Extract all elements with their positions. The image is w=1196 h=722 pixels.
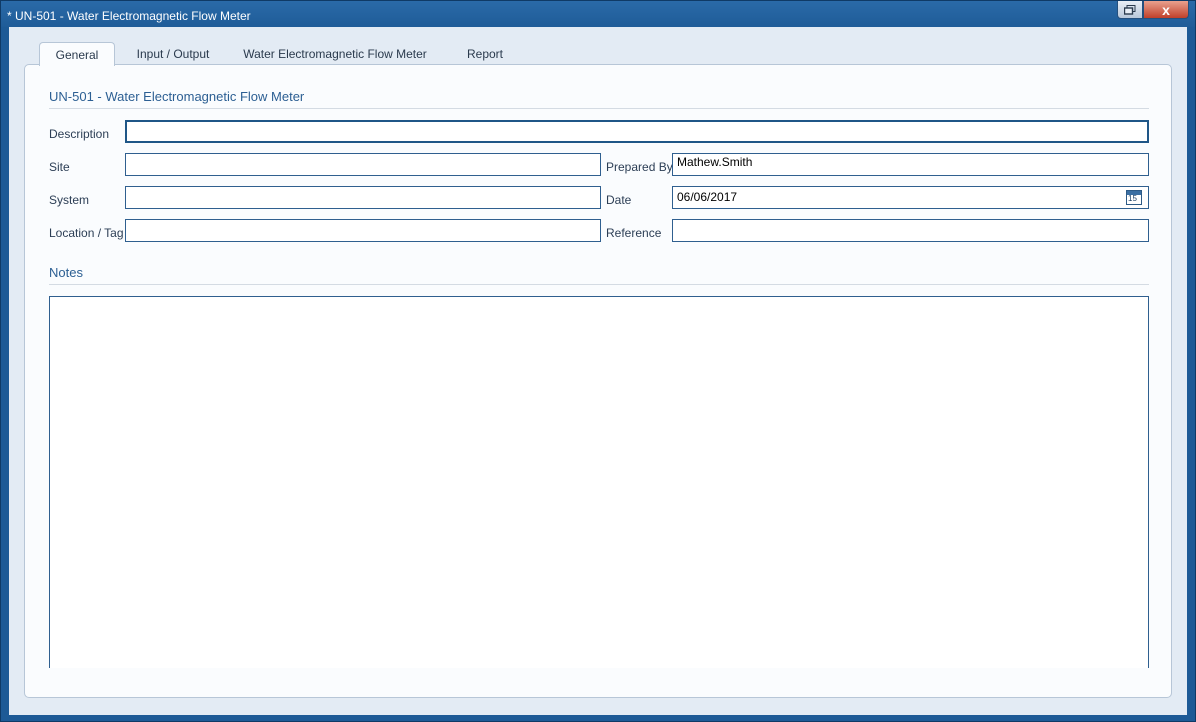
date-picker[interactable]: 15 xyxy=(672,186,1149,209)
notes-textarea[interactable] xyxy=(49,296,1149,668)
section-divider xyxy=(49,108,1149,109)
tab-input-output[interactable]: Input / Output xyxy=(127,42,219,65)
reference-field[interactable] xyxy=(672,219,1149,242)
prepared-by-label: Prepared By xyxy=(606,160,673,174)
calendar-icon-day: 15 xyxy=(1128,194,1137,203)
site-field[interactable] xyxy=(125,153,601,176)
system-field[interactable] xyxy=(125,186,601,209)
reference-label: Reference xyxy=(606,226,662,240)
location-field[interactable] xyxy=(125,219,601,242)
location-label: Location / Tag xyxy=(49,226,124,240)
description-label: Description xyxy=(49,127,110,141)
close-button[interactable]: x xyxy=(1143,1,1189,19)
client-area: General Input / Output Water Electromagn… xyxy=(9,27,1187,715)
description-field[interactable] xyxy=(125,120,1149,143)
prepared-by-field[interactable] xyxy=(672,153,1149,176)
restore-icon xyxy=(1124,4,1136,15)
title-bar: * UN-501 - Water Electromagnetic Flow Me… xyxy=(1,1,1195,27)
tab-report[interactable]: Report xyxy=(457,42,513,65)
close-icon: x xyxy=(1162,1,1170,18)
tab-general[interactable]: General xyxy=(39,42,115,66)
date-label: Date xyxy=(606,193,632,207)
system-label: System xyxy=(49,193,90,207)
window-title: * UN-501 - Water Electromagnetic Flow Me… xyxy=(7,9,251,23)
window-controls: x xyxy=(1117,1,1189,21)
tab-water-electromagnetic-flow-meter[interactable]: Water Electromagnetic Flow Meter xyxy=(237,42,433,65)
site-label: Site xyxy=(49,160,70,174)
calendar-icon[interactable]: 15 xyxy=(1126,190,1142,205)
date-field[interactable] xyxy=(677,190,1097,204)
notes-divider xyxy=(49,284,1149,285)
app-window: * UN-501 - Water Electromagnetic Flow Me… xyxy=(0,0,1196,722)
restore-button[interactable] xyxy=(1117,1,1143,19)
general-panel: UN-501 - Water Electromagnetic Flow Mete… xyxy=(24,64,1172,698)
section-title: UN-501 - Water Electromagnetic Flow Mete… xyxy=(49,89,305,104)
notes-title: Notes xyxy=(49,265,83,280)
